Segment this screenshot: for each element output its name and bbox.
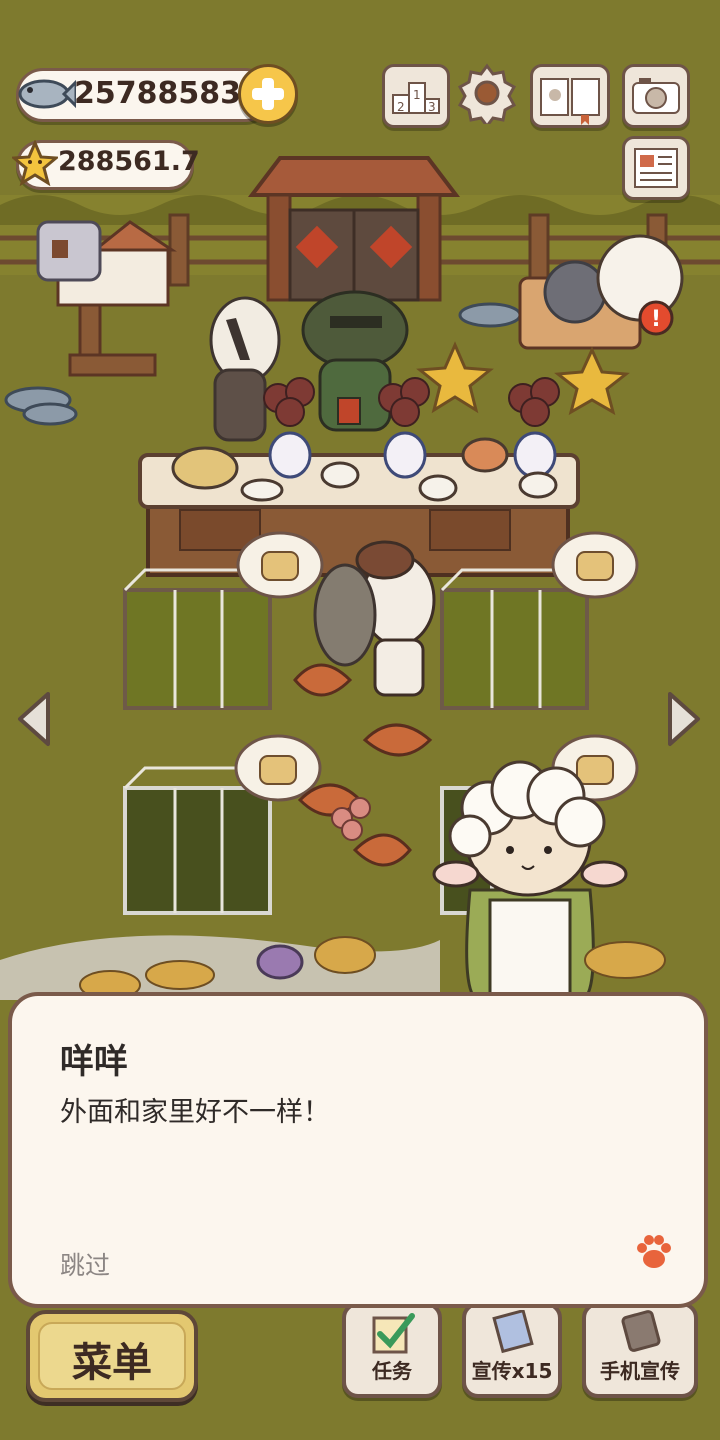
phone-icon [621, 1310, 661, 1352]
phone-promote-button[interactable]: 手机宣传 [582, 1302, 698, 1398]
rat-character [313, 563, 377, 667]
tasks-label: 任务 [372, 1359, 412, 1383]
scroll-left-button[interactable] [14, 690, 54, 748]
menu-button-label: 菜单 [72, 1340, 152, 1386]
svg-text:1: 1 [413, 88, 421, 102]
plus-icon [252, 78, 284, 110]
fish-icon [18, 79, 76, 109]
newspaper-button[interactable] [622, 136, 690, 200]
settings-button[interactable] [456, 62, 518, 129]
promote-label: 宣传x15 [471, 1359, 553, 1383]
checklist-icon [372, 1313, 415, 1354]
recipe-book-icon [540, 78, 600, 125]
tasks-button[interactable]: 任务 [342, 1302, 442, 1398]
skip-button[interactable]: 跳过 [60, 1246, 110, 1282]
settings-gear-icon [457, 63, 517, 129]
svg-text:2: 2 [397, 100, 405, 114]
promote-button[interactable]: 宣传x15 [462, 1302, 562, 1398]
poster-icon [492, 1310, 534, 1354]
ranking-button[interactable]: 2 1 3 [382, 64, 450, 128]
phone-promote-label: 手机宣传 [600, 1359, 680, 1383]
dialog-text: 外面和家里好不一样！ [60, 1097, 330, 1128]
recipe-book-button[interactable] [530, 64, 610, 128]
add-currency-button[interactable] [238, 64, 298, 124]
camera-icon [632, 78, 680, 114]
fish-amount: 257885835 [74, 76, 262, 111]
speaker-name: 咩咩 [60, 1042, 128, 1082]
svg-text:3: 3 [428, 100, 436, 114]
star-amount: 288561.7 [58, 146, 200, 177]
newspaper-icon [634, 148, 678, 188]
paw-icon[interactable] [634, 1232, 674, 1272]
camera-button[interactable] [622, 64, 690, 128]
menu-button[interactable]: 菜单 [26, 1310, 198, 1402]
potion-decoration [256, 944, 304, 980]
arrow-left-icon [18, 692, 50, 746]
ranking-icon: 2 1 3 [392, 82, 440, 114]
scroll-right-button[interactable] [664, 690, 704, 748]
svg-text:!: ! [651, 307, 661, 332]
star-icon [12, 140, 58, 186]
dialog-box[interactable]: 咩咩 外面和家里好不一样！ 跳过 [8, 992, 708, 1308]
arrow-right-icon [668, 692, 700, 746]
shop-gate [247, 156, 461, 302]
